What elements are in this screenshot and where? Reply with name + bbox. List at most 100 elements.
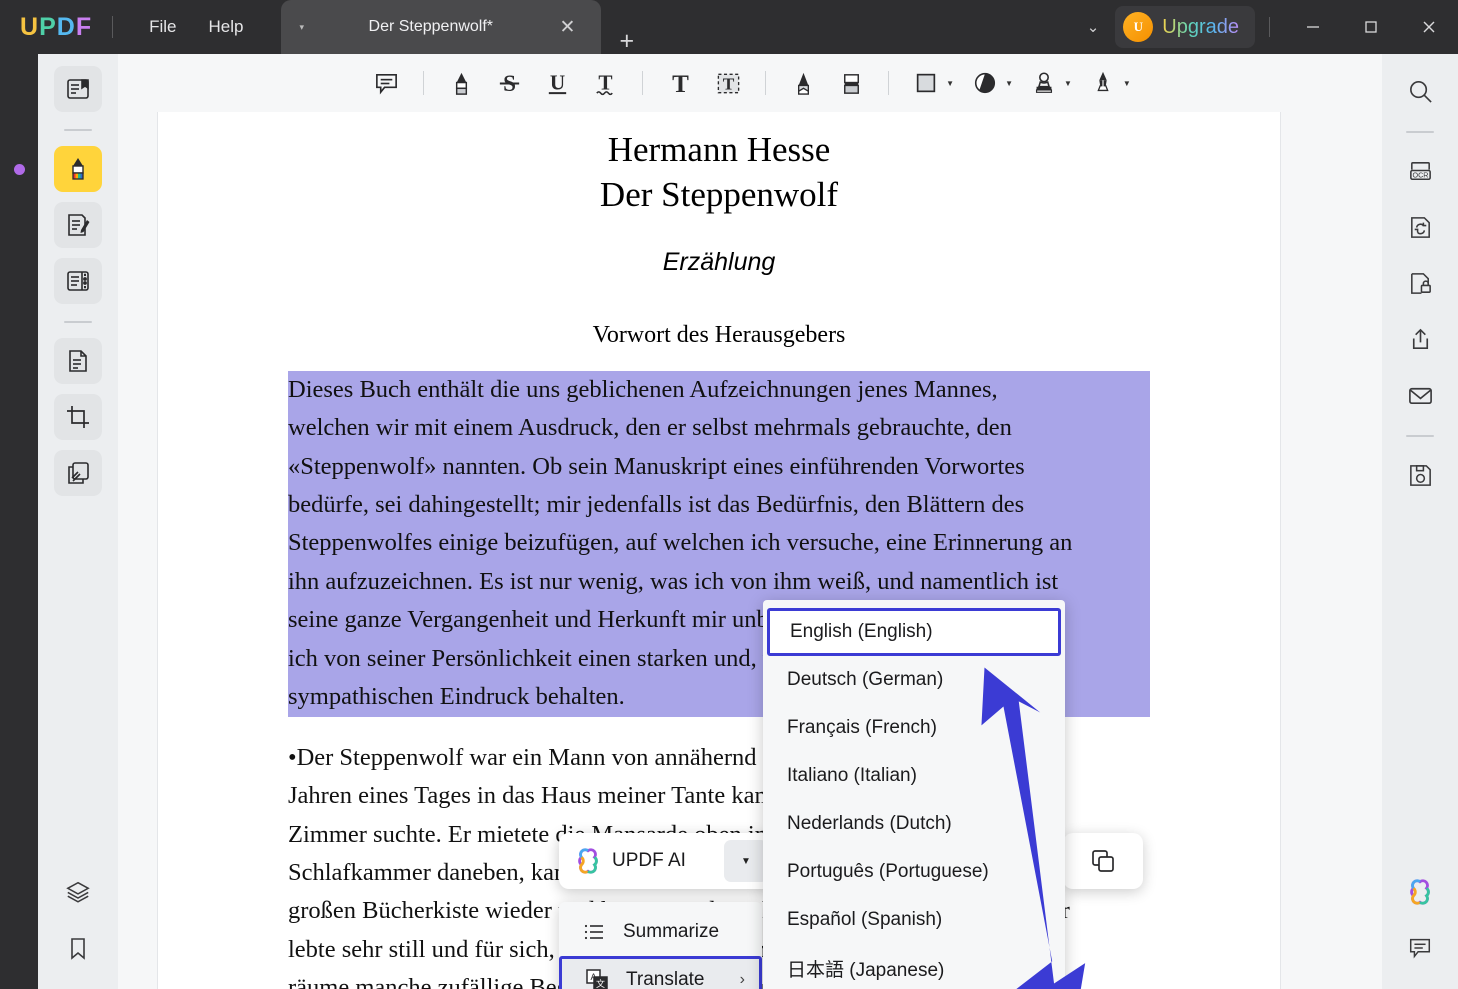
text-icon[interactable]: T — [657, 62, 703, 104]
tab-close-icon[interactable]: ✕ — [548, 14, 588, 41]
updf-ai-label: UPDF AI — [612, 850, 686, 871]
lang-item-japanese[interactable]: 日本語 (Japanese) — [763, 944, 1065, 989]
left-sidebar — [38, 54, 118, 989]
tab-title: Der Steppenwolf* — [368, 18, 494, 35]
shape-tool-group: ▼ — [903, 62, 960, 104]
right-sidebar-divider-2 — [1406, 435, 1434, 437]
sticker-tool-group: ▼ — [962, 62, 1019, 104]
annotation-toolbar: S U T T T ▼ ▼ ▼ ▼ — [118, 54, 1382, 112]
copy-button[interactable] — [1063, 833, 1143, 889]
updf-logo: U P D F — [20, 13, 92, 42]
underline-icon[interactable]: U — [534, 62, 580, 104]
share-icon[interactable] — [1396, 316, 1444, 362]
sidebar-divider-2 — [64, 321, 92, 323]
right-sidebar-divider-1 — [1406, 131, 1434, 133]
shape-icon[interactable] — [903, 62, 949, 104]
doc-heading: Vorwort des Herausgebers — [592, 321, 846, 348]
email-icon[interactable] — [1396, 372, 1444, 418]
new-tab-button[interactable]: + — [601, 29, 652, 54]
stamp-dropdown-icon[interactable]: ▼ — [1064, 79, 1072, 88]
file-menu[interactable]: File — [133, 11, 192, 43]
protect-icon[interactable] — [1396, 260, 1444, 306]
toolbar-divider-4 — [888, 71, 890, 95]
doc-line: «Steppenwolf» nannten. Ob sein Manuskrip… — [288, 447, 1150, 486]
lang-item-spanish[interactable]: Español (Spanish) — [763, 896, 1065, 944]
upgrade-label: Upgrade — [1162, 15, 1239, 38]
window-controls-divider — [1269, 17, 1270, 37]
doc-line: Dieses Buch enthält die uns geblichenen … — [288, 370, 1150, 410]
maximize-button[interactable] — [1342, 0, 1400, 54]
tab-der-steppenwolf[interactable]: ▾ Der Steppenwolf* ✕ — [281, 0, 602, 54]
lang-item-english[interactable]: English (English) — [767, 608, 1061, 656]
titlebar-divider — [112, 16, 114, 38]
comment-panel-icon[interactable] — [1396, 925, 1444, 971]
doc-author: Hermann Hesse — [607, 130, 831, 169]
signature-tool-group: ▼ — [1080, 62, 1137, 104]
ai-menu-translate[interactable]: A 文 Translate › — [559, 956, 762, 989]
doc-line: bedürfe, sei dahingestellt; mir jedenfal… — [288, 485, 1150, 525]
updf-ai-dropdown-icon[interactable]: ▼ — [724, 840, 768, 882]
toolbar-divider-1 — [423, 71, 425, 95]
translate-icon: A 文 — [584, 968, 610, 989]
logo-letter-u: U — [20, 12, 40, 41]
highlight-icon[interactable] — [438, 62, 484, 104]
close-window-button[interactable] — [1400, 0, 1458, 54]
chevron-down-icon[interactable]: ⌄ — [1071, 10, 1116, 44]
lang-item-german[interactable]: Deutsch (German) — [763, 656, 1065, 704]
shape-dropdown-icon[interactable]: ▼ — [946, 79, 954, 88]
signature-dropdown-icon[interactable]: ▼ — [1123, 79, 1131, 88]
toolbar-divider-2 — [642, 71, 644, 95]
ai-menu-summarize-label: Summarize — [623, 921, 720, 942]
updf-ai-icon[interactable] — [1396, 869, 1444, 915]
eraser-icon[interactable] — [828, 62, 874, 104]
upgrade-button[interactable]: U Upgrade — [1115, 6, 1255, 48]
signature-icon[interactable] — [1080, 62, 1126, 104]
translate-language-menu: English (English) Deutsch (German) Franç… — [763, 600, 1065, 989]
minimize-button[interactable] — [1284, 0, 1342, 54]
logo-letter-p: P — [39, 12, 57, 41]
lang-item-french[interactable]: Français (French) — [763, 704, 1065, 752]
ocr-icon[interactable]: OCR — [1396, 148, 1444, 194]
doc-line: welchen wir mit einem Ausdruck, den er s… — [288, 409, 1150, 448]
textbox-icon[interactable]: T — [705, 62, 751, 104]
sidebar-item-batch[interactable] — [54, 450, 102, 496]
pencil-icon[interactable] — [780, 62, 826, 104]
lang-item-italian[interactable]: Italiano (Italian) — [763, 752, 1065, 800]
sidebar-item-crop[interactable] — [54, 394, 102, 440]
sidebar-item-convert[interactable] — [54, 338, 102, 384]
sticker-icon[interactable] — [962, 62, 1008, 104]
document-scroll-area[interactable]: Hermann Hesse Der Steppenwolf Erzählung … — [118, 112, 1382, 989]
stamp-tool-group: ▼ — [1021, 62, 1078, 104]
updf-ai-bar[interactable]: UPDF AI ▼ — [559, 833, 775, 889]
list-icon — [581, 921, 607, 943]
sidebar-item-edit-pdf[interactable] — [54, 202, 102, 248]
svg-text:T: T — [722, 74, 734, 93]
doc-line: ihn aufzuzeichnen. Es ist nur wenig, was… — [288, 562, 1150, 602]
updf-window: U P D F File Help ▾ Der Steppenwolf* ✕ +… — [0, 0, 1458, 989]
sidebar-item-organize-pages[interactable] — [54, 258, 102, 304]
left-rail — [0, 54, 50, 989]
help-menu[interactable]: Help — [193, 11, 260, 43]
squiggly-icon[interactable]: T — [582, 62, 628, 104]
sidebar-item-bookmark[interactable] — [54, 925, 102, 971]
save-icon[interactable] — [1396, 452, 1444, 498]
sidebar-item-layers[interactable] — [54, 869, 102, 915]
strikethrough-icon[interactable]: S — [486, 62, 532, 104]
sidebar-item-comment-highlight[interactable] — [54, 146, 102, 192]
sidebar-item-reader[interactable] — [54, 66, 102, 112]
tab-strip: ▾ Der Steppenwolf* ✕ + — [281, 0, 652, 54]
sticker-dropdown-icon[interactable]: ▼ — [1005, 79, 1013, 88]
logo-letter-f: F — [75, 12, 93, 41]
lang-item-dutch[interactable]: Nederlands (Dutch) — [763, 800, 1065, 848]
tab-dropdown-icon[interactable]: ▾ — [289, 20, 314, 35]
panel-toggle-handle[interactable] — [14, 164, 25, 175]
search-icon[interactable] — [1396, 68, 1444, 114]
upgrade-badge-icon: U — [1123, 12, 1154, 42]
right-sidebar: OCR — [1382, 54, 1458, 989]
toolbar-divider-3 — [765, 71, 767, 95]
lang-item-portuguese[interactable]: Português (Portuguese) — [763, 848, 1065, 896]
ai-menu-summarize[interactable]: Summarize — [559, 908, 762, 956]
stamp-icon[interactable] — [1021, 62, 1067, 104]
convert-icon[interactable] — [1396, 204, 1444, 250]
comment-icon[interactable] — [363, 62, 409, 104]
